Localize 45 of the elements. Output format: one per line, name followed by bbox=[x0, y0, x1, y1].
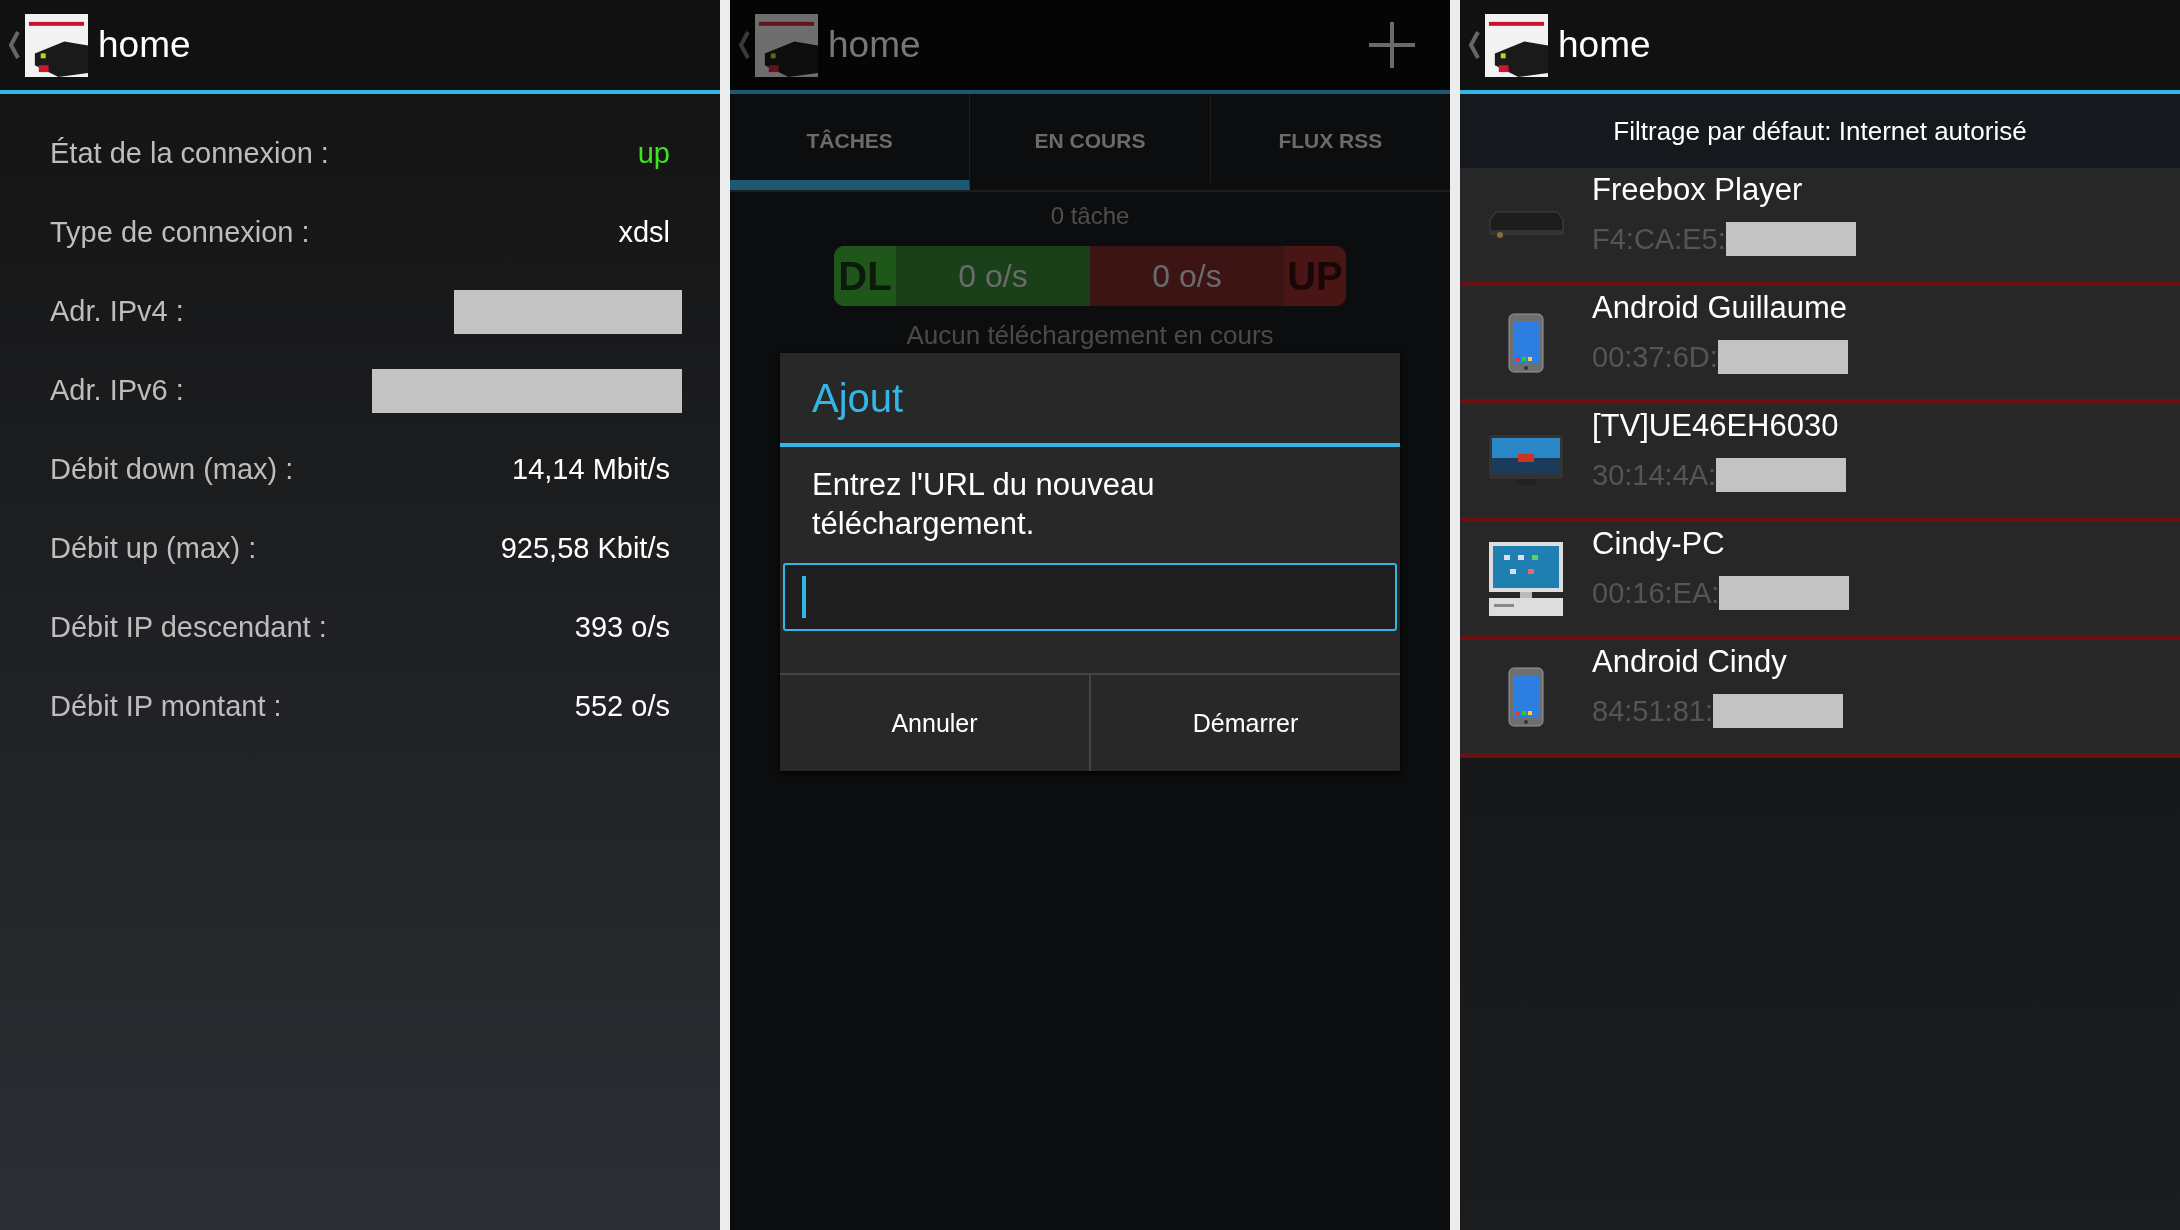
field-label: Adr. IPv6 : bbox=[50, 374, 184, 407]
download-rate: 0 o/s bbox=[957, 257, 1029, 295]
field-label: État de la connexion : bbox=[50, 137, 329, 170]
url-input-field[interactable] bbox=[783, 563, 1397, 631]
phone-icon bbox=[1508, 666, 1544, 727]
field-value: 552 o/s bbox=[574, 690, 670, 723]
dialog-message: Entrez l'URL du nouveau téléchargement. bbox=[811, 466, 1156, 543]
back-icon[interactable] bbox=[1468, 30, 1480, 60]
screen-title: home bbox=[98, 24, 191, 66]
add-icon[interactable] bbox=[1367, 20, 1417, 70]
screen-title: home bbox=[1558, 24, 1651, 66]
device-name: Freebox Player bbox=[1592, 172, 1804, 208]
field-value: 14,14 Mbit/s bbox=[512, 453, 670, 486]
screen-title: home bbox=[828, 24, 921, 66]
field-label: Débit down (max) : bbox=[50, 453, 294, 486]
app-logo-icon[interactable] bbox=[25, 13, 88, 77]
dialog-title: Ajout bbox=[780, 353, 1400, 447]
field-value: 925,58 Kbit/s bbox=[500, 532, 670, 565]
field-label: Type de connexion : bbox=[50, 216, 310, 249]
status-value: up bbox=[637, 137, 670, 170]
set-top-box-icon bbox=[1488, 209, 1564, 240]
back-icon[interactable] bbox=[8, 30, 20, 60]
field-label: Adr. IPv4 : bbox=[50, 295, 184, 328]
device-name: Android Cindy bbox=[1592, 644, 1788, 680]
download-label: DL bbox=[834, 246, 896, 306]
field-label: Débit IP montant : bbox=[50, 690, 282, 723]
field-value: xdsl bbox=[618, 216, 670, 249]
device-name: Cindy-PC bbox=[1592, 526, 1726, 562]
field-value: 393 o/s bbox=[574, 611, 670, 644]
tab[interactable]: EN COURS bbox=[970, 94, 1211, 190]
dialog-button[interactable]: Annuler bbox=[780, 675, 1089, 771]
phone-icon bbox=[1508, 312, 1544, 373]
app-logo-icon[interactable] bbox=[1485, 13, 1548, 77]
filter-banner: Filtrage par défaut: Internet autorisé bbox=[1460, 94, 2180, 168]
desktop-computer-icon bbox=[1488, 540, 1564, 617]
task-count: 0 tâche bbox=[1049, 202, 1131, 230]
tab[interactable]: FLUX RSS bbox=[1210, 94, 1450, 190]
empty-status: Aucun téléchargement en cours bbox=[905, 320, 1275, 351]
tab[interactable]: TÂCHES bbox=[730, 94, 971, 190]
device-name: [TV]UE46EH6030 bbox=[1592, 408, 1840, 444]
field-label: Débit IP descendant : bbox=[50, 611, 327, 644]
device-name: Android Guillaume bbox=[1592, 290, 1848, 326]
dialog-button[interactable]: Démarrer bbox=[1089, 675, 1400, 771]
upload-rate: 0 o/s bbox=[1151, 257, 1223, 295]
field-label: Débit up (max) : bbox=[50, 532, 257, 565]
